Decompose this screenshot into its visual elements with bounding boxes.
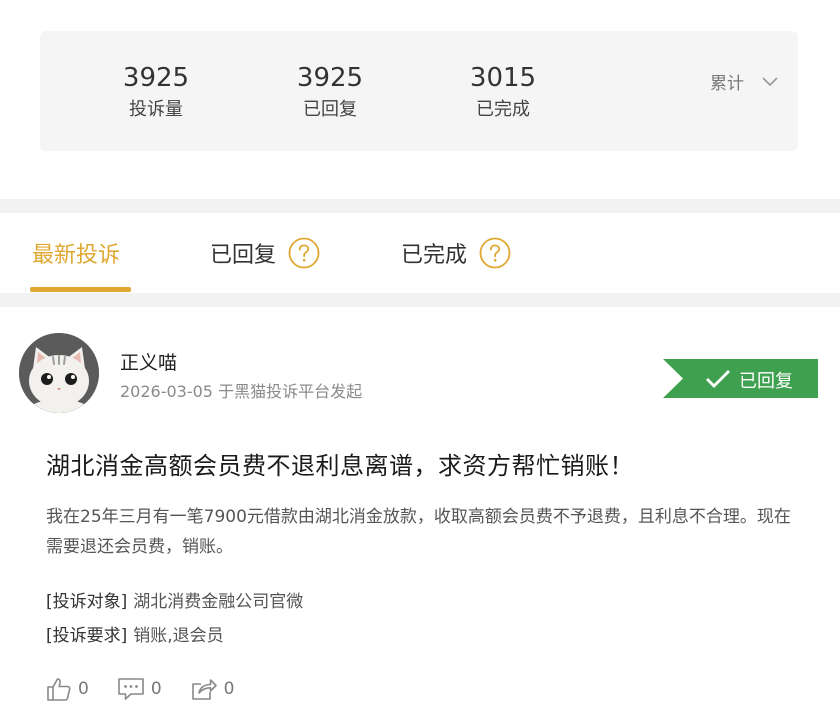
complaint-target: [投诉对象] 湖北消费金融公司官微 <box>46 587 303 612</box>
section-divider <box>0 199 840 213</box>
comment-button[interactable]: 0 <box>117 676 162 702</box>
share-count: 0 <box>223 679 235 699</box>
stat-completed: 3015 已完成 <box>433 61 573 123</box>
like-button[interactable]: 0 <box>46 676 89 702</box>
stats-card: 3925 投诉量 3925 已回复 3015 已完成 累计 <box>40 31 798 151</box>
status-badge: 已回复 <box>663 359 818 398</box>
post-actions: 0 0 0 <box>46 676 262 702</box>
question-icon[interactable] <box>288 237 320 269</box>
avatar[interactable] <box>19 333 99 413</box>
active-tab-indicator <box>30 287 131 292</box>
stat-complaints: 3925 投诉量 <box>86 61 226 123</box>
comment-count: 0 <box>150 679 162 699</box>
tab-completed[interactable]: 已完成 <box>401 213 511 293</box>
comment-icon <box>118 678 144 700</box>
check-icon <box>706 370 730 388</box>
stat-completed-label: 已完成 <box>476 99 530 120</box>
cat-avatar-icon <box>19 333 99 413</box>
tab-bar: 最新投诉 已回复 已完成 <box>0 213 840 293</box>
tab-latest-label: 最新投诉 <box>32 243 121 268</box>
complaint-target-key: [投诉对象] <box>46 592 128 612</box>
share-icon <box>191 679 217 700</box>
stat-completed-value: 3015 <box>469 63 537 93</box>
post-title[interactable]: 湖北消金高额会员费不退利息离谱，求资方帮忙销账！ <box>46 446 634 481</box>
tab-replied[interactable]: 已回复 <box>210 213 320 293</box>
author-name[interactable]: 正义喵 <box>120 348 177 375</box>
complaint-request-value: 销账,退会员 <box>133 626 224 646</box>
stat-replied-value: 3925 <box>296 63 364 93</box>
post-body: 我在25年三月有一笔7900元借款由湖北消金放款，收取高额会员费不予退费，且利息… <box>46 507 791 557</box>
tab-latest[interactable]: 最新投诉 <box>32 213 120 293</box>
tab-replied-label: 已回复 <box>210 243 277 268</box>
stat-complaints-value: 3925 <box>122 63 190 93</box>
section-divider <box>0 293 840 307</box>
share-button[interactable]: 0 <box>190 676 235 702</box>
stat-complaints-label: 投诉量 <box>129 99 183 120</box>
thumbs-up-icon <box>47 678 71 701</box>
stat-replied: 3925 已回复 <box>260 61 400 123</box>
period-label: 累计 <box>710 74 744 94</box>
question-icon[interactable] <box>479 237 511 269</box>
period-selector[interactable]: 累计 <box>710 69 778 94</box>
complaint-target-value[interactable]: 湖北消费金融公司官微 <box>133 592 303 612</box>
chevron-down-icon <box>762 76 778 86</box>
stat-replied-label: 已回复 <box>303 99 357 120</box>
post-meta: 2026-03-05 于黑猫投诉平台发起 <box>120 382 363 401</box>
status-badge-label: 已回复 <box>739 371 793 392</box>
like-count: 0 <box>78 679 89 699</box>
tab-completed-label: 已完成 <box>401 243 468 268</box>
complaint-request: [投诉要求] 销账,退会员 <box>46 621 224 646</box>
complaint-request-key: [投诉要求] <box>46 626 128 646</box>
